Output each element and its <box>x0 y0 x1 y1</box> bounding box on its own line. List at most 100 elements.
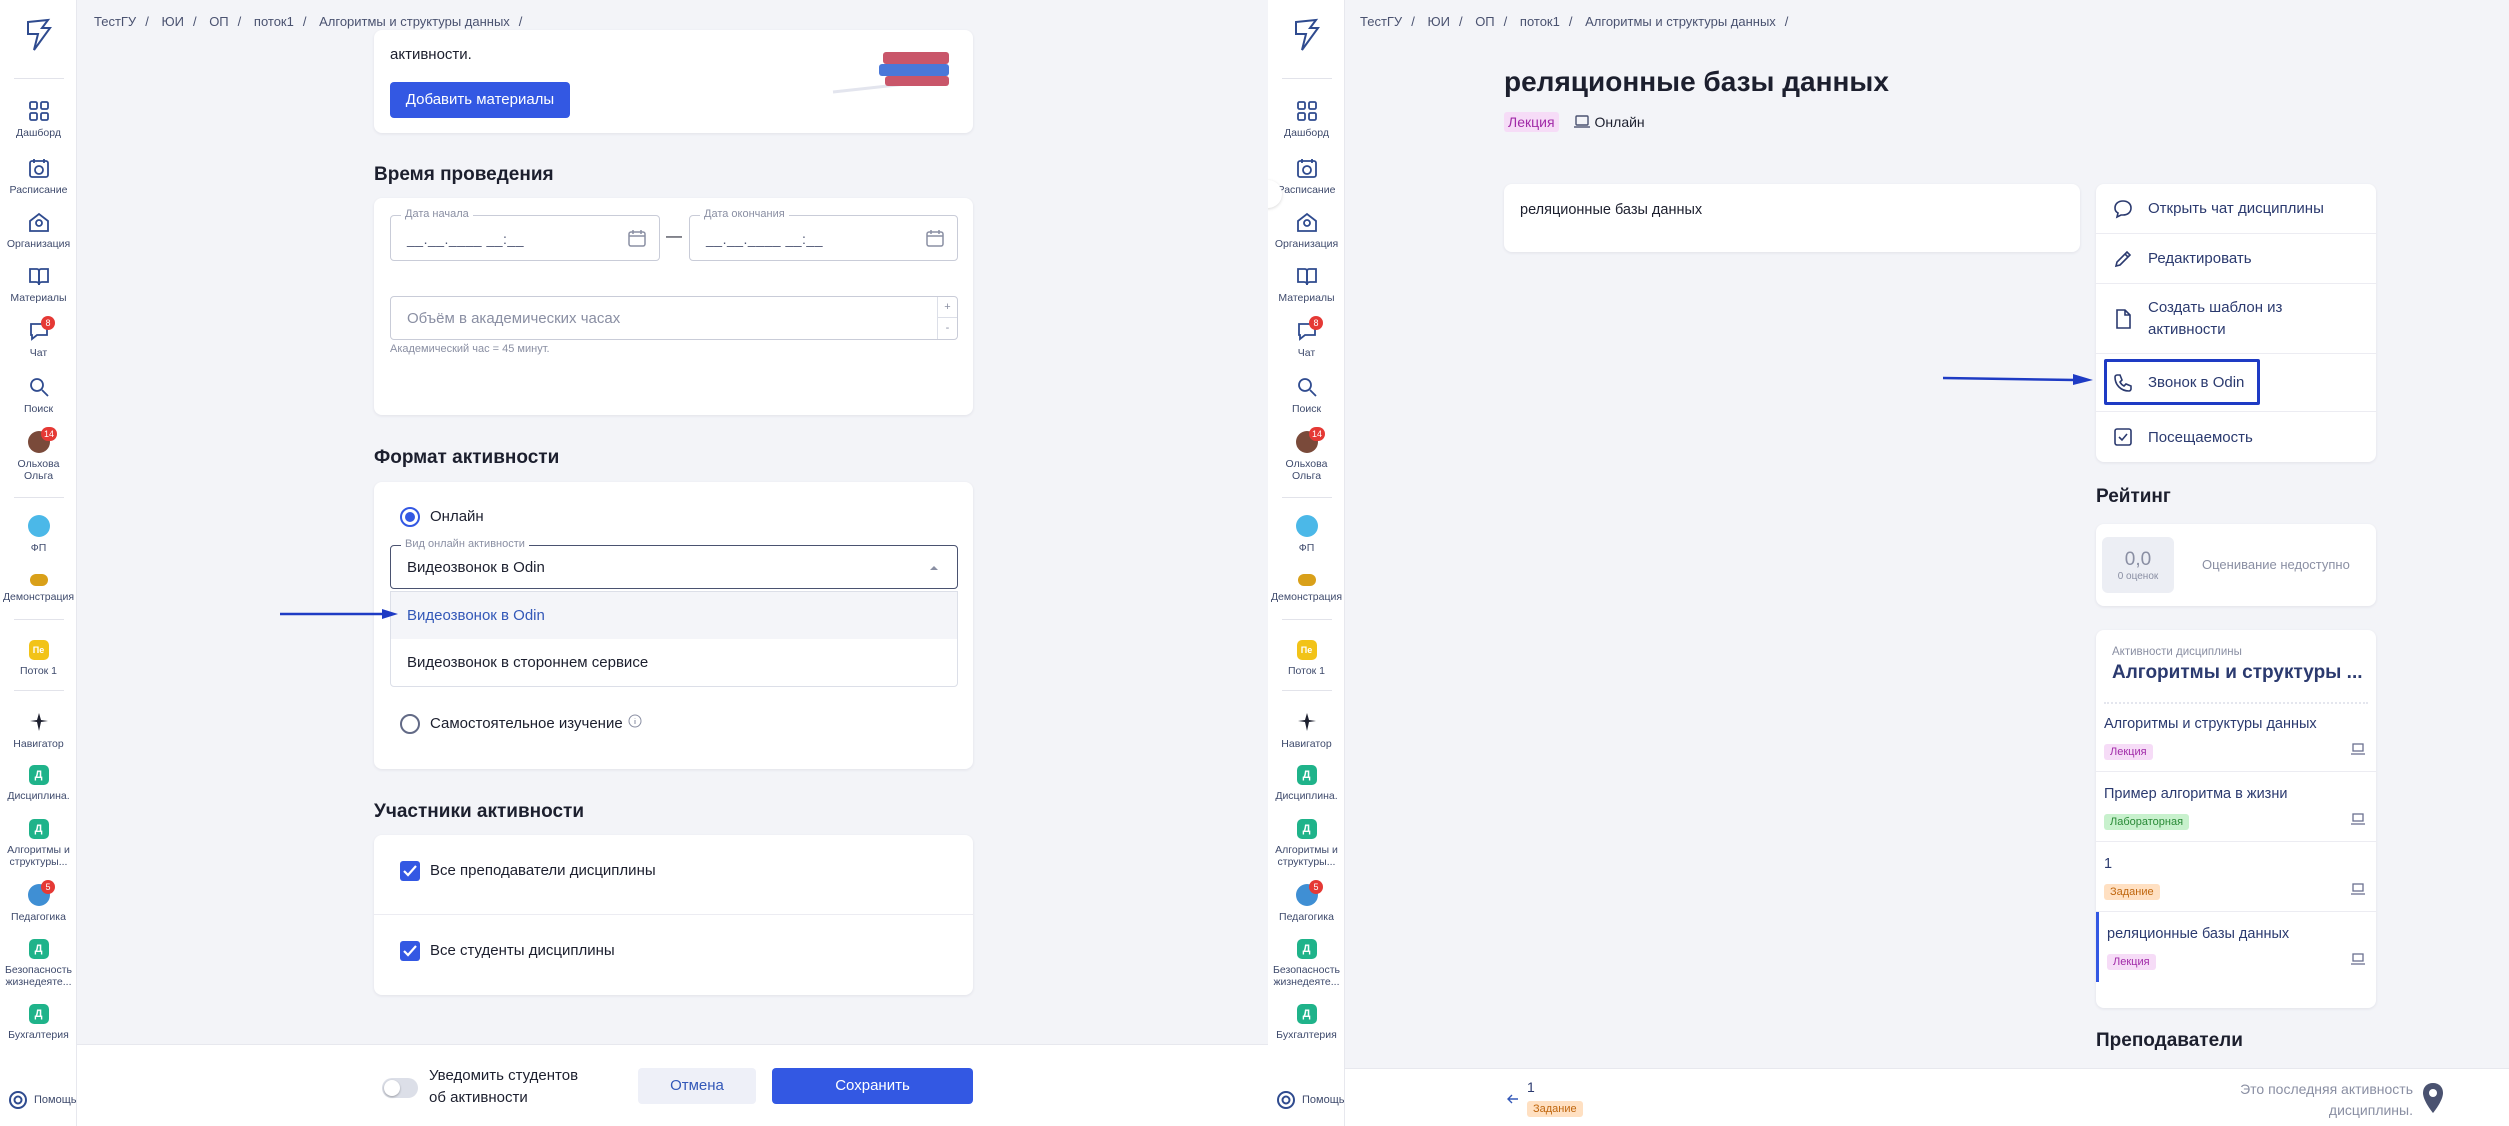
breadcrumb-item[interactable]: ЮИ <box>161 14 183 29</box>
sidebar-item-demo[interactable]: Демонстрация <box>0 569 77 603</box>
logo-icon[interactable] <box>1290 18 1322 52</box>
sidebar-item-label: Демонстрация <box>2 591 75 603</box>
help-button[interactable]: Помощь <box>8 1090 77 1110</box>
sidebar-item-navigator[interactable]: Навигатор <box>1268 711 1345 750</box>
sidebar-item-navigator[interactable]: Навигатор <box>0 711 77 750</box>
breadcrumb-item[interactable]: ОП <box>209 14 228 29</box>
cancel-button[interactable]: Отмена <box>638 1068 756 1104</box>
teachers-title: Преподаватели <box>2096 1030 2243 1051</box>
activity-item[interactable]: Пример алгоритма в жизни Лабораторная <box>2096 772 2376 842</box>
breadcrumb-item[interactable]: поток1 <box>254 14 294 29</box>
sidebar-item-stream[interactable]: Пе Поток 1 <box>1268 640 1345 677</box>
sidebar-item-safety[interactable]: Д Безопасность жизнедеяте... <box>1268 939 1345 988</box>
all-students-checkbox[interactable] <box>400 941 420 961</box>
info-icon[interactable] <box>628 714 642 728</box>
activity-title: 1 <box>2104 856 2113 872</box>
sidebar-divider <box>14 619 64 620</box>
add-materials-button[interactable]: Добавить материалы <box>390 82 570 118</box>
sidebar-item-discipline[interactable]: Д Дисциплина. <box>1268 765 1345 802</box>
sidebar-divider <box>1282 619 1332 620</box>
online-label: Онлайн <box>430 508 484 525</box>
sidebar-item-materials[interactable]: Материалы <box>0 265 77 304</box>
calendar-icon[interactable] <box>925 228 945 248</box>
online-radio[interactable] <box>400 507 420 527</box>
breadcrumb-item[interactable]: ОП <box>1475 14 1494 29</box>
chevron-up-icon <box>930 566 938 570</box>
sidebar-item-pedagogy[interactable]: 5 Педагогика <box>1268 880 1345 923</box>
breadcrumb-item[interactable]: Алгоритмы и структуры данных <box>1585 14 1776 29</box>
laptop-icon <box>2351 743 2365 755</box>
annotation-arrow <box>1943 374 2093 385</box>
sidebar-item-algorithms[interactable]: Д Алгоритмы и структуры... <box>0 819 77 868</box>
sidebar-divider <box>1282 690 1332 691</box>
create-template-action[interactable]: Создать шаблон из активности <box>2096 284 2376 354</box>
activity-item[interactable]: 1 Задание <box>2096 842 2376 912</box>
all-teachers-checkbox[interactable] <box>400 861 420 881</box>
sidebar-item-accounting[interactable]: Д Бухгалтерия <box>0 1004 77 1041</box>
academic-hours-field[interactable]: Объём в академических часах + - <box>390 296 958 340</box>
activity-item-current[interactable]: реляционные базы данных Лекция <box>2096 912 2376 982</box>
activity-item[interactable]: Алгоритмы и структуры данных Лекция <box>2096 702 2376 772</box>
odin-call-action[interactable]: Звонок в Odin <box>2096 354 2376 412</box>
sidebar-item-profile[interactable]: 14 Ольхова Ольга <box>0 427 77 482</box>
sidebar-item-pedagogy[interactable]: 5 Педагогика <box>0 880 77 923</box>
activities-discipline[interactable]: Алгоритмы и структуры ... <box>2112 662 2363 684</box>
sidebar-item-fp[interactable]: ФП <box>0 515 77 554</box>
book-icon <box>1296 268 1317 286</box>
sidebar-item-algorithms[interactable]: Д Алгоритмы и структуры... <box>1268 819 1345 868</box>
sidebar-item-safety[interactable]: Д Безопасность жизнедеяте... <box>0 939 77 988</box>
notification-badge: 14 <box>1309 427 1326 441</box>
arrow-left-icon[interactable] <box>1507 1094 1519 1104</box>
dropdown-option-external[interactable]: Видеозвонок в стороннем сервисе <box>391 639 957 686</box>
online-type-select[interactable]: Вид онлайн активности Видеозвонок в Odin <box>390 538 958 589</box>
dropdown-option-odin[interactable]: Видеозвонок в Odin <box>391 592 957 639</box>
sidebar-item-fp[interactable]: ФП <box>1268 515 1345 554</box>
sidebar-item-chat[interactable]: 8 Чат <box>0 316 77 359</box>
sidebar-item-search[interactable]: Поиск <box>1268 376 1345 415</box>
help-button[interactable]: Помощь <box>1276 1090 1345 1110</box>
end-date-field[interactable]: Дата окончания __.__.____ __:__ <box>689 208 958 261</box>
sidebar-item-chat[interactable]: 8 Чат <box>1268 316 1345 359</box>
right-panel: Дашборд Расписание Организация Материалы… <box>1268 0 2509 1126</box>
increment-button[interactable]: + <box>938 297 957 318</box>
breadcrumb-item[interactable]: поток1 <box>1520 14 1560 29</box>
sidebar-item-search[interactable]: Поиск <box>0 376 77 415</box>
sidebar-item-materials[interactable]: Материалы <box>1268 265 1345 304</box>
discipline-icon: Д <box>1296 939 1317 959</box>
breadcrumb: ТестГУ / ЮИ / ОП / поток1/ Алгоритмы и стру… <box>1360 14 1789 29</box>
decrement-button[interactable]: - <box>938 318 957 338</box>
sidebar: Дашборд Расписание Организация Материалы… <box>1268 0 1345 1126</box>
prev-activity-badge: Задание <box>1527 1101 1583 1117</box>
activity-title: реляционные базы данных <box>2107 926 2290 942</box>
sidebar-item-label: Дашборд <box>16 127 61 139</box>
calendar-icon <box>28 159 49 178</box>
breadcrumb-item[interactable]: ТестГУ <box>1360 14 1402 29</box>
sidebar-item-stream[interactable]: Пе Поток 1 <box>0 640 77 677</box>
breadcrumb-item[interactable]: Алгоритмы и структуры данных <box>319 14 510 29</box>
prev-activity-title[interactable]: 1 <box>1527 1079 1535 1095</box>
breadcrumb-item[interactable]: ЮИ <box>1427 14 1449 29</box>
rating-score-box: 0,0 0 оценок <box>2102 537 2174 593</box>
start-date-field[interactable]: Дата начала __.__.____ __:__ <box>390 208 660 261</box>
sidebar-item-accounting[interactable]: Д Бухгалтерия <box>1268 1004 1345 1041</box>
save-button[interactable]: Сохранить <box>772 1068 973 1104</box>
sidebar-item-schedule[interactable]: Расписание <box>0 157 77 196</box>
breadcrumb-item[interactable]: ТестГУ <box>94 14 136 29</box>
sidebar-item-organization[interactable]: Организация <box>0 211 77 250</box>
sidebar-item-discipline[interactable]: Д Дисциплина. <box>0 765 77 802</box>
logo-icon[interactable] <box>22 18 54 52</box>
edit-action[interactable]: Редактировать <box>2096 234 2376 284</box>
sidebar-item-organization[interactable]: Организация <box>1268 211 1345 250</box>
calendar-icon[interactable] <box>627 228 647 248</box>
date-range-dash: — <box>666 228 682 245</box>
sidebar-item-dashboard[interactable]: Дашборд <box>0 100 77 139</box>
notify-toggle[interactable] <box>382 1078 418 1098</box>
discipline-icon: Д <box>28 765 49 785</box>
sidebar-item-dashboard[interactable]: Дашборд <box>1268 100 1345 139</box>
sidebar-item-profile[interactable]: 14 Ольхова Ольга <box>1268 427 1345 482</box>
open-chat-action[interactable]: Открыть чат дисциплины <box>2096 184 2376 234</box>
self-study-radio[interactable] <box>400 714 420 734</box>
sidebar-item-demo[interactable]: Демонстрация <box>1268 569 1345 603</box>
sidebar-item-label: Дисциплина. <box>1275 790 1338 802</box>
attendance-action[interactable]: Посещаемость <box>2096 412 2376 462</box>
